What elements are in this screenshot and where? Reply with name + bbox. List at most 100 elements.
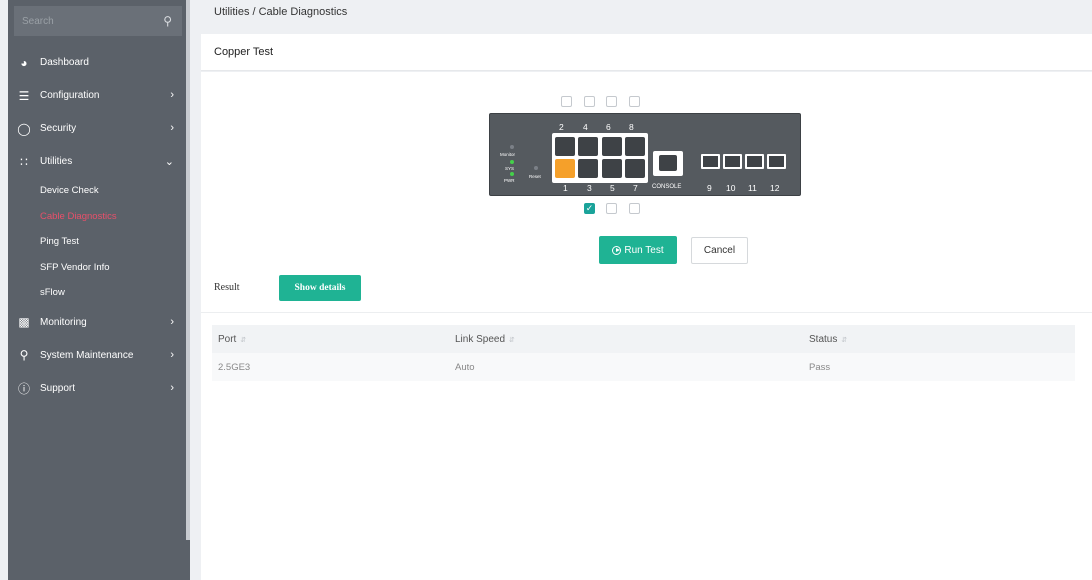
port-4-checkbox[interactable]: [584, 96, 595, 107]
cell-link-speed: Auto: [455, 362, 475, 373]
led-label-monitor: Monitor: [500, 152, 516, 157]
port-5[interactable]: [602, 159, 622, 178]
port-label: 5: [610, 183, 615, 193]
sort-icon: ⇵: [509, 337, 515, 344]
sidebar-item-label: Utilities: [40, 156, 73, 167]
panel-header: Copper Test: [201, 34, 1092, 71]
port-label: 6: [606, 122, 611, 132]
play-circle-icon: [612, 245, 622, 255]
sidebar-subitem-sfp-vendor-info[interactable]: SFP Vendor Info: [8, 255, 186, 281]
sidebar-item-configuration[interactable]: ☰ Configuration ›: [8, 79, 186, 112]
shield-icon: ◯: [17, 121, 31, 136]
sidebar-subitem-device-check[interactable]: Device Check: [8, 178, 186, 204]
reset-label: Reset: [529, 174, 541, 179]
sidebar-item-label: Monitoring: [40, 316, 87, 328]
show-details-button[interactable]: Show details: [279, 275, 361, 301]
port-8[interactable]: [625, 137, 645, 156]
sys-led: [510, 160, 514, 164]
nav-menu: ◕ Dashboard ☰ Configuration › ◯ Security…: [8, 46, 186, 405]
sidebar-item-label: Dashboard: [40, 57, 89, 68]
sidebar-item-utilities[interactable]: ∷ Utilities ⌄: [8, 145, 186, 178]
monitor-icon: ▩: [18, 315, 30, 329]
sfp-label: 9: [707, 183, 712, 193]
sidebar-item-security[interactable]: ◯ Security ›: [8, 112, 186, 145]
sfp-port-12: [767, 154, 786, 169]
cell-status: Pass: [809, 362, 831, 373]
sliders-icon: ☰: [18, 88, 30, 103]
result-label: Result: [214, 282, 240, 293]
sidebar: Search ⚲ ◕ Dashboard ☰ Configuration › ◯…: [8, 0, 190, 580]
column-header-port[interactable]: Port ⇵: [218, 334, 246, 345]
table-row: 2.5GE3 Auto Pass: [212, 353, 1075, 381]
sidebar-subitem-ping-test[interactable]: Ping Test: [8, 229, 186, 255]
search-icon[interactable]: ⚲: [163, 14, 172, 28]
port-5-checkbox[interactable]: [629, 203, 640, 214]
sort-icon: ⇵: [841, 337, 848, 344]
grid-icon: ∷: [20, 154, 28, 169]
sidebar-item-dashboard[interactable]: ◕ Dashboard: [8, 46, 186, 79]
run-test-button[interactable]: Run Test: [599, 236, 677, 264]
sidebar-item-label: Configuration: [40, 90, 100, 101]
cancel-button[interactable]: Cancel: [691, 237, 748, 264]
led-label-pwr: PWR: [504, 178, 515, 183]
sidebar-scrollbar[interactable]: [186, 0, 190, 540]
port-label: 2: [559, 122, 564, 132]
sfp-label: 11: [748, 183, 757, 193]
cell-port: 2.5GE3: [218, 362, 251, 373]
reset-button[interactable]: [534, 166, 538, 170]
port-1[interactable]: [555, 159, 575, 178]
port-2-checkbox[interactable]: [561, 96, 572, 107]
port-label: 8: [629, 122, 634, 132]
port-label: 7: [633, 183, 638, 193]
sidebar-item-system-maintenance[interactable]: ⚲ System Maintenance ›: [8, 339, 186, 372]
port-3-checkbox[interactable]: [606, 203, 617, 214]
port-1-checkbox[interactable]: ✓: [584, 203, 595, 214]
sfp-label: 12: [770, 183, 780, 193]
table-header: Port ⇵ Link Speed ⇵ Status ⇵: [212, 325, 1075, 353]
monitor-led: [510, 145, 514, 149]
console-port: [653, 151, 683, 176]
sfp-port-9: [701, 154, 720, 169]
port-3[interactable]: [578, 159, 598, 178]
port-label: 3: [587, 183, 592, 193]
column-header-link-speed[interactable]: Link Speed ⇵: [455, 334, 515, 345]
sidebar-subitem-cable-diagnostics[interactable]: Cable Diagnostics: [8, 204, 186, 230]
rj45-port-block: [552, 133, 648, 183]
chevron-right-icon: ›: [170, 315, 174, 328]
port-6[interactable]: [602, 137, 622, 156]
breadcrumb: Utilities / Cable Diagnostics: [214, 6, 348, 18]
copper-test-panel: Monitor SYS PWR Reset 2 4 6 8 1 3 5 7 CO…: [201, 72, 1092, 580]
chevron-down-icon: ⌄: [164, 156, 174, 168]
sfp-port-10: [723, 154, 742, 169]
sidebar-item-support[interactable]: ⓘ Support ›: [8, 372, 186, 405]
chevron-right-icon: ›: [170, 89, 174, 101]
chevron-right-icon: ›: [170, 348, 174, 361]
search-placeholder: Search: [22, 15, 54, 27]
sidebar-item-label: System Maintenance: [40, 349, 134, 361]
switch-front-panel: Monitor SYS PWR Reset 2 4 6 8 1 3 5 7 CO…: [489, 113, 801, 196]
question-icon: ⓘ: [17, 381, 30, 396]
port-7[interactable]: [625, 159, 645, 178]
pwr-led: [510, 172, 514, 176]
run-test-label: Run Test: [624, 244, 664, 256]
port-label: 1: [563, 183, 568, 193]
search-input[interactable]: Search ⚲: [14, 6, 182, 36]
sfp-port-11: [745, 154, 764, 169]
panel-title: Copper Test: [214, 46, 274, 58]
sfp-label: 10: [726, 183, 736, 193]
port-2[interactable]: [555, 137, 575, 156]
sort-icon: ⇵: [240, 337, 247, 344]
led-label-sys: SYS: [505, 166, 515, 171]
sidebar-item-label: Security: [40, 123, 77, 134]
console-label: CONSOLE: [652, 184, 682, 190]
wrench-icon: ⚲: [19, 348, 29, 362]
port-8-checkbox[interactable]: [629, 96, 640, 107]
sidebar-item-monitoring[interactable]: ▩ Monitoring ›: [8, 306, 186, 339]
sidebar-item-label: Support: [40, 382, 76, 394]
column-header-status[interactable]: Status ⇵: [809, 334, 847, 345]
dashboard-icon: ◕: [20, 55, 28, 70]
port-4[interactable]: [578, 137, 598, 156]
sidebar-subitem-sflow[interactable]: sFlow: [8, 280, 186, 306]
port-6-checkbox[interactable]: [606, 96, 617, 107]
chevron-right-icon: ›: [170, 381, 174, 394]
